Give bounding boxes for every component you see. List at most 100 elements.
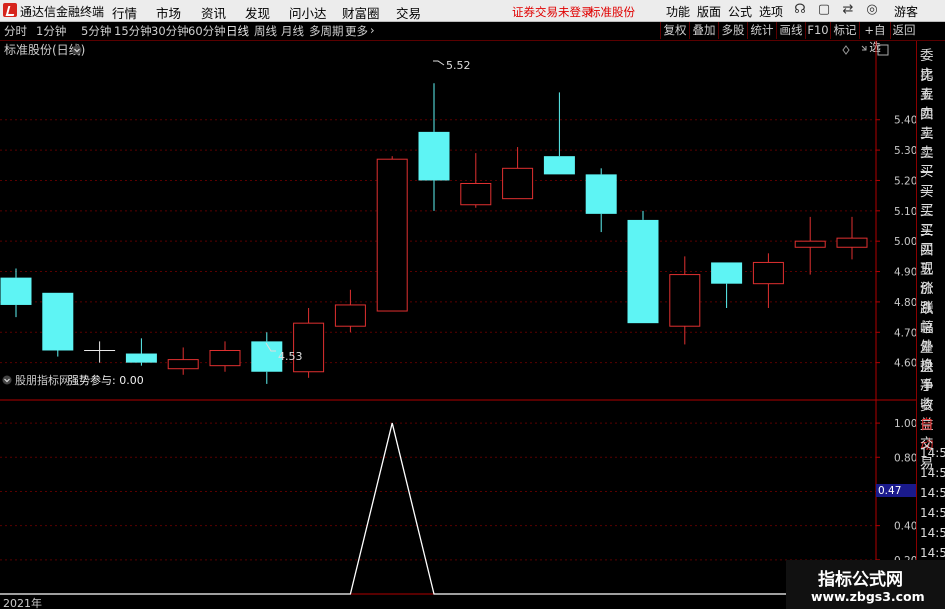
period-toolbar: 分时 1分钟 5分钟 15分钟 30分钟 60分钟 日线 周线 月线 多周期 更… — [0, 22, 945, 54]
price-tick-label: 5.20 — [894, 175, 916, 187]
target-icon[interactable]: ◎ — [864, 2, 880, 18]
watermark-title: 指标公式网 — [818, 570, 903, 590]
candle[interactable] — [836, 216, 868, 260]
diamond-icon[interactable] — [842, 45, 850, 55]
indicator-series-label: 强势参与: 0.00 — [68, 373, 144, 387]
watermark-url: www.zbgs3.com — [811, 589, 925, 604]
high-marker — [433, 60, 445, 66]
tool-fuquan[interactable]: 复权 — [660, 22, 689, 39]
candles-layer — [0, 83, 868, 384]
menu-gongshi[interactable]: 公式 — [728, 3, 752, 20]
app-logo-icon — [3, 3, 17, 17]
candle[interactable] — [293, 307, 325, 378]
period-30min[interactable]: 30分钟 — [151, 23, 189, 39]
period-weekly[interactable]: 周线 — [254, 23, 277, 39]
title-dropdown-icon[interactable] — [72, 45, 82, 55]
tool-fanhui[interactable]: 返回 — [890, 22, 917, 39]
tool-huaxian[interactable]: 画线 — [776, 22, 805, 39]
candle[interactable] — [376, 156, 408, 312]
chevron-right-icon[interactable]: › — [370, 23, 375, 37]
candle[interactable] — [167, 347, 199, 375]
candle-body-up — [460, 182, 492, 206]
menu-hangqing[interactable]: 行情 — [112, 3, 137, 22]
candle[interactable] — [334, 289, 366, 333]
tool-tongji[interactable]: 统计 — [747, 22, 776, 39]
tool-f10[interactable]: F10 — [805, 22, 830, 39]
app-name: 通达信金融终端 — [20, 5, 105, 19]
tool-biaoji[interactable]: 标记 — [830, 22, 859, 39]
tool-zixuan[interactable]: +自选 — [859, 22, 890, 54]
menu-gongneng[interactable]: 功能 — [666, 3, 690, 20]
maximize-icon[interactable] — [877, 44, 889, 56]
candle-body-down — [711, 262, 743, 284]
menu-wenxiaoda[interactable]: 问小达 — [289, 3, 327, 22]
candle[interactable] — [794, 216, 826, 275]
headset-icon[interactable]: ☊ — [792, 2, 808, 18]
candle[interactable] — [669, 256, 701, 345]
chart-canvas[interactable]: 5.40 5.30 5.20 5.10 5.00 4.90 4.80 4.70 4.60 1.0… — [0, 41, 916, 609]
swap-icon[interactable]: ⇄ — [840, 2, 856, 18]
menu-caifuquan[interactable]: 财富圈 — [342, 3, 380, 22]
candle-body-up — [293, 322, 325, 373]
watermark: 指标公式网 www.zbgs3.com — [786, 560, 945, 609]
candle-body-up — [669, 274, 701, 327]
lock-icon[interactable]: ▢ — [816, 2, 832, 18]
candle-body-up — [167, 359, 199, 370]
candle-body-up — [794, 240, 826, 248]
candle-body-up — [334, 304, 366, 327]
period-1min[interactable]: 1分钟 — [36, 23, 66, 39]
trade-login-notice[interactable]: 证券交易未登录 — [512, 4, 593, 20]
price-tick-label: 5.40 — [894, 115, 916, 127]
series-line-qiangshi — [0, 422, 876, 595]
candle-body-down — [585, 174, 617, 214]
trade-time: 14:56 — [920, 446, 945, 460]
price-tick-label: 5.10 — [894, 206, 916, 218]
candle-body-down — [42, 292, 74, 351]
collapse-icon[interactable] — [861, 45, 867, 51]
candle[interactable] — [627, 210, 659, 324]
candle[interactable] — [752, 253, 784, 308]
indicator-dropdown-icon[interactable] — [2, 375, 12, 385]
menu-faxian[interactable]: 发现 — [245, 3, 270, 22]
menu-shichang[interactable]: 市场 — [156, 3, 181, 22]
menu-jiaoyi[interactable]: 交易 — [396, 3, 421, 22]
price-tick-label: 5.30 — [894, 145, 916, 157]
candle[interactable] — [585, 168, 617, 233]
indicator-name[interactable]: 股朋指标网 — [15, 373, 70, 387]
candle-body-down — [627, 219, 659, 324]
year-label: 2021年 — [3, 596, 42, 609]
candle[interactable] — [418, 83, 450, 211]
candle[interactable] — [543, 92, 575, 175]
menu-zixun[interactable]: 资讯 — [201, 3, 226, 22]
candle[interactable] — [0, 268, 32, 318]
tool-diejia[interactable]: 叠加 — [689, 22, 718, 39]
period-5min[interactable]: 5分钟 — [81, 23, 111, 39]
menu-xuanxiang[interactable]: 选项 — [759, 3, 783, 20]
menu-bar: 通达信金融终端 行情 市场 资讯 发现 问小达 财富圈 交易 证券交易未登录 标… — [0, 0, 945, 22]
period-multi[interactable]: 多周期 — [309, 23, 344, 39]
period-daily[interactable]: 日线 — [226, 23, 249, 39]
candle[interactable] — [42, 292, 74, 357]
guest-label[interactable]: 游客 — [894, 3, 918, 20]
candle-body-down — [418, 131, 450, 181]
candle[interactable] — [84, 341, 116, 363]
period-60min[interactable]: 60分钟 — [188, 23, 226, 39]
period-fenshi[interactable]: 分时 — [4, 23, 27, 39]
period-more[interactable]: 更多 — [345, 23, 368, 39]
indicator-grid — [0, 422, 876, 561]
candle[interactable] — [125, 338, 157, 366]
price-tick-label: 4.80 — [894, 297, 916, 309]
tool-duogu[interactable]: 多股 — [718, 22, 747, 39]
candle[interactable] — [209, 341, 241, 372]
price-axis-ticks: 5.40 5.30 5.20 5.10 5.00 4.90 4.80 4.70 4.60 — [876, 115, 916, 370]
trade-time: 14:56 — [920, 486, 945, 500]
candle-body-down — [0, 277, 32, 305]
candle[interactable] — [711, 262, 743, 308]
period-15min[interactable]: 15分钟 — [114, 23, 152, 39]
candle[interactable] — [502, 147, 534, 200]
menu-banmian[interactable]: 版面 — [697, 3, 721, 20]
period-monthly[interactable]: 月线 — [281, 23, 304, 39]
indicator-tick-label: 1.00 — [894, 418, 916, 430]
candle-body-up — [502, 167, 534, 200]
high-price-label: 5.52 — [446, 59, 471, 72]
